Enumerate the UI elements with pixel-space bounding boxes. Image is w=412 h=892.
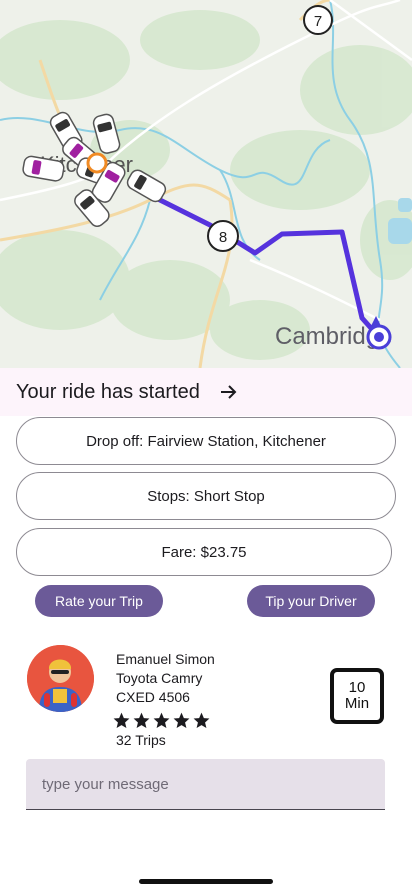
- home-indicator[interactable]: [139, 879, 273, 884]
- eta-badge: 10 Min: [330, 668, 384, 724]
- star-icon: [193, 712, 210, 729]
- arrow-right-icon[interactable]: [218, 381, 240, 403]
- pickup-marker: [86, 152, 108, 174]
- star-icon: [133, 712, 150, 729]
- highway-7-label: 7: [314, 13, 322, 30]
- ride-status-title: Your ride has started: [16, 380, 200, 403]
- eta-unit: Min: [344, 695, 370, 712]
- tip-driver-button[interactable]: Tip your Driver: [247, 585, 375, 617]
- fare-field[interactable]: Fare: $23.75: [16, 528, 392, 576]
- driver-details: Emanuel Simon Toyota Camry CXED 4506: [116, 650, 215, 707]
- message-input[interactable]: [26, 759, 385, 810]
- highway-8-label: 8: [219, 229, 227, 246]
- star-icon: [113, 712, 130, 729]
- rate-trip-button[interactable]: Rate your Trip: [35, 585, 163, 617]
- driver-rating: [112, 711, 211, 730]
- stops-field[interactable]: Stops: Short Stop: [16, 472, 396, 520]
- driver-plate: CXED 4506: [116, 689, 190, 705]
- driver-car: Toyota Camry: [116, 670, 203, 686]
- eta-value: 10: [348, 679, 366, 696]
- dropoff-field[interactable]: Drop off: Fairview Station, Kitchener: [16, 417, 396, 465]
- ride-status-banner[interactable]: Your ride has started: [0, 368, 412, 416]
- driver-avatar: [27, 645, 94, 712]
- map-view[interactable]: 7 8 Kitchener Cambridge: [0, 0, 412, 368]
- highway-7-marker: 7: [303, 5, 333, 35]
- driver-trips: 32 Trips: [116, 732, 166, 748]
- star-icon: [153, 712, 170, 729]
- driver-name: Emanuel Simon: [116, 651, 215, 667]
- star-icon: [173, 712, 190, 729]
- highway-8-marker: 8: [207, 220, 239, 252]
